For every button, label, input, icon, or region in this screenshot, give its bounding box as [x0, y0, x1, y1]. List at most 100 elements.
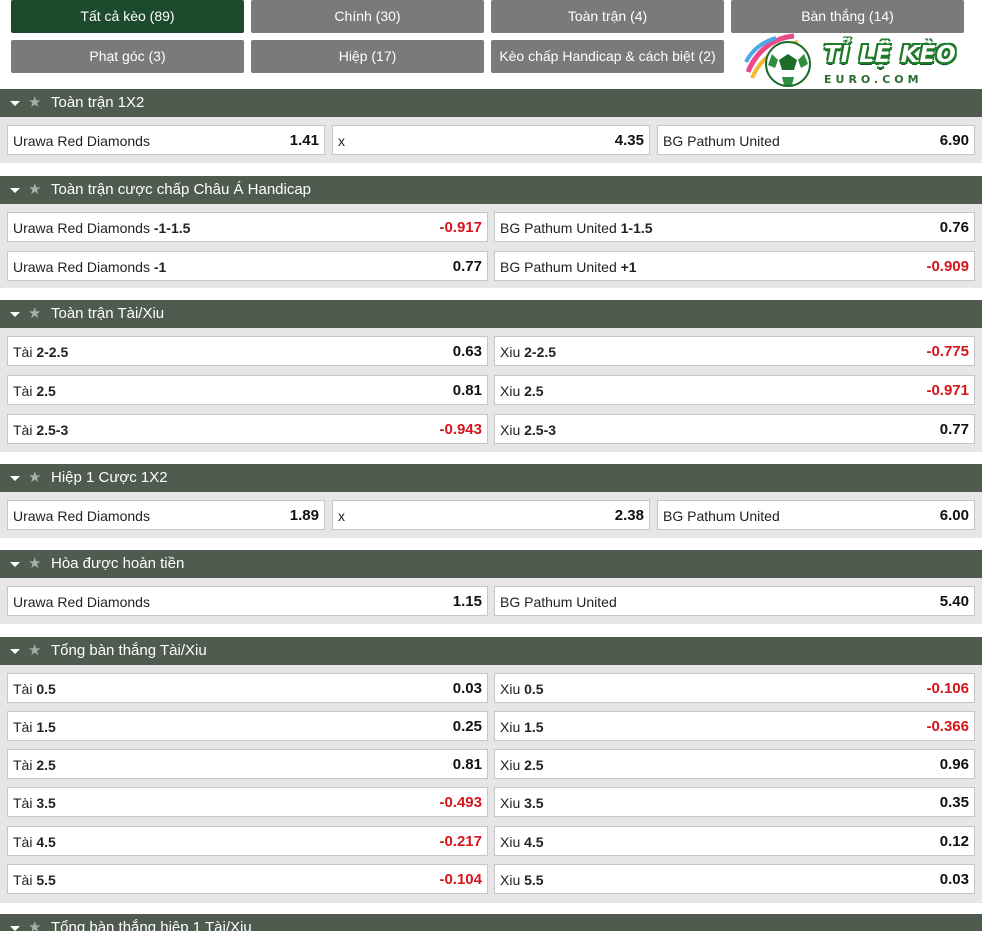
- section-header[interactable]: ★ Hòa được hoàn tiền: [0, 550, 982, 578]
- selection-name: BG Pathum United: [500, 259, 617, 275]
- section-header[interactable]: ★ Toàn trận 1X2: [0, 89, 982, 117]
- odds-value: 0.03: [939, 871, 969, 888]
- caret-down-icon[interactable]: [10, 926, 20, 931]
- odds-cell-under[interactable]: Xiu 2.5 0.96: [494, 749, 975, 779]
- odds-cell-under[interactable]: Xiu 1.5 -0.366: [494, 711, 975, 741]
- selection-name: Tài: [13, 383, 33, 399]
- market-first-half-total-goals: ★ Tổng bàn thắng hiệp 1 Tài/Xiu: [0, 914, 982, 931]
- section-header[interactable]: ★ Toàn trận Tài/Xiu: [0, 300, 982, 328]
- odds-cell-over[interactable]: Tài 5.5 -0.104: [7, 864, 488, 894]
- total-line: 3.5: [524, 795, 544, 811]
- odds-value: -0.366: [926, 718, 969, 735]
- odds-cell-over[interactable]: Tài 2.5-3 -0.943: [7, 414, 488, 444]
- section-title: Hòa được hoàn tiền: [51, 555, 185, 572]
- star-icon[interactable]: ★: [28, 89, 41, 117]
- odds-value: 1.15: [452, 593, 482, 610]
- total-line: 2.5-3: [36, 422, 69, 438]
- selection-name: Xiu: [500, 383, 521, 399]
- odds-cell-draw[interactable]: x 2.38: [332, 500, 650, 530]
- odds-cell-home[interactable]: Urawa Red Diamonds 1.15: [7, 586, 488, 616]
- odds-cell-home[interactable]: Urawa Red Diamonds 1.41: [7, 125, 325, 155]
- odds-cell-draw[interactable]: x 4.35: [332, 125, 650, 155]
- odds-cell-over[interactable]: Tài 3.5 -0.493: [7, 787, 488, 817]
- total-line: 2.5: [524, 383, 544, 399]
- market-over-under: ★ Toàn trận Tài/Xiu Tài 2-2.5 0.63 Xiu 2…: [0, 300, 982, 452]
- odds-cell-under[interactable]: Xiu 2.5-3 0.77: [494, 414, 975, 444]
- tab-full-match[interactable]: Toàn trận (4): [491, 0, 724, 33]
- odds-cell[interactable]: BG Pathum United +1 -0.909: [494, 251, 975, 281]
- odds-cell-under[interactable]: Xiu 4.5 0.12: [494, 826, 975, 856]
- caret-down-icon[interactable]: [10, 101, 20, 106]
- site-logo[interactable]: TỈ LỆ KÈO EURO.COM: [742, 32, 958, 90]
- odds-cell-over[interactable]: Tài 2.5 0.81: [7, 375, 488, 405]
- odds-cell-over[interactable]: Tài 2-2.5 0.63: [7, 336, 488, 366]
- tab-main[interactable]: Chính (30): [251, 0, 484, 33]
- tab-handicap[interactable]: Kèo chấp Handicap & cách biệt (2): [491, 40, 724, 73]
- odds-cell[interactable]: Urawa Red Diamonds -1-1.5 -0.917: [7, 212, 488, 242]
- odds-cell-under[interactable]: Xiu 2-2.5 -0.775: [494, 336, 975, 366]
- odds-cell[interactable]: BG Pathum United 1-1.5 0.76: [494, 212, 975, 242]
- caret-down-icon[interactable]: [10, 476, 20, 481]
- odds-cell-over[interactable]: Tài 0.5 0.03: [7, 673, 488, 703]
- odds-cell-under[interactable]: Xiu 2.5 -0.971: [494, 375, 975, 405]
- odds-value: -0.104: [439, 871, 482, 888]
- selection-name: Tài: [13, 757, 33, 773]
- star-icon[interactable]: ★: [28, 550, 41, 578]
- tab-half[interactable]: Hiệp (17): [251, 40, 484, 73]
- odds-cell-under[interactable]: Xiu 5.5 0.03: [494, 864, 975, 894]
- caret-down-icon[interactable]: [10, 562, 20, 567]
- total-line: 4.5: [524, 834, 544, 850]
- selection-name: Tài: [13, 344, 33, 360]
- star-icon[interactable]: ★: [28, 464, 41, 492]
- selection-name: Xiu: [500, 795, 521, 811]
- odds-value: -0.106: [926, 680, 969, 697]
- odds-value: 6.00: [939, 507, 969, 524]
- section-header[interactable]: ★ Tổng bàn thắng hiệp 1 Tài/Xiu: [0, 914, 982, 931]
- tab-corners[interactable]: Phạt góc (3): [11, 40, 244, 73]
- selection-name: BG Pathum United: [500, 220, 617, 236]
- odds-value: -0.971: [926, 382, 969, 399]
- odds-cell-under[interactable]: Xiu 0.5 -0.106: [494, 673, 975, 703]
- section-title: Tổng bàn thắng hiệp 1 Tài/Xiu: [51, 919, 252, 931]
- caret-down-icon[interactable]: [10, 188, 20, 193]
- caret-down-icon[interactable]: [10, 649, 20, 654]
- odds-value: 0.96: [939, 756, 969, 773]
- total-line: 1.5: [524, 719, 544, 735]
- odds-value: 5.40: [939, 593, 969, 610]
- selection-name: Xiu: [500, 422, 521, 438]
- star-icon[interactable]: ★: [28, 637, 41, 665]
- tab-all[interactable]: Tất cả kèo (89): [11, 0, 244, 33]
- total-line: 4.5: [36, 834, 56, 850]
- odds-cell-under[interactable]: Xiu 3.5 0.35: [494, 787, 975, 817]
- odds-cell-home[interactable]: Urawa Red Diamonds 1.89: [7, 500, 325, 530]
- section-header[interactable]: ★ Hiệp 1 Cược 1X2: [0, 464, 982, 492]
- star-icon[interactable]: ★: [28, 914, 41, 931]
- section-header[interactable]: ★ Tổng bàn thắng Tài/Xiu: [0, 637, 982, 665]
- odds-cell-over[interactable]: Tài 1.5 0.25: [7, 711, 488, 741]
- odds-cell-over[interactable]: Tài 4.5 -0.217: [7, 826, 488, 856]
- odds-value: -0.217: [439, 833, 482, 850]
- odds-value: 0.63: [452, 343, 482, 360]
- tab-goals[interactable]: Bàn thắng (14): [731, 0, 964, 33]
- selection-name: Tài: [13, 681, 33, 697]
- odds-cell-away[interactable]: BG Pathum United 5.40: [494, 586, 975, 616]
- odds-cell[interactable]: Urawa Red Diamonds -1 0.77: [7, 251, 488, 281]
- selection-name: Xiu: [500, 757, 521, 773]
- odds-cell-away[interactable]: BG Pathum United 6.00: [657, 500, 975, 530]
- odds-cell-away[interactable]: BG Pathum United 6.90: [657, 125, 975, 155]
- selection-name: Tài: [13, 719, 33, 735]
- selection-name: Urawa Red Diamonds: [13, 133, 150, 149]
- market-draw-no-bet: ★ Hòa được hoàn tiền Urawa Red Diamonds …: [0, 550, 982, 624]
- section-header[interactable]: ★ Toàn trận cược chấp Châu Á Handicap: [0, 176, 982, 204]
- total-line: 2-2.5: [36, 344, 69, 360]
- star-icon[interactable]: ★: [28, 176, 41, 204]
- selection-name: BG Pathum United: [663, 133, 780, 149]
- odds-cell-over[interactable]: Tài 2.5 0.81: [7, 749, 488, 779]
- total-line: 0.5: [36, 681, 56, 697]
- soccer-ball-icon: [744, 33, 811, 87]
- caret-down-icon[interactable]: [10, 312, 20, 317]
- total-line: 2-2.5: [524, 344, 557, 360]
- star-icon[interactable]: ★: [28, 300, 41, 328]
- selection-name: Tài: [13, 795, 33, 811]
- odds-value: 0.12: [939, 833, 969, 850]
